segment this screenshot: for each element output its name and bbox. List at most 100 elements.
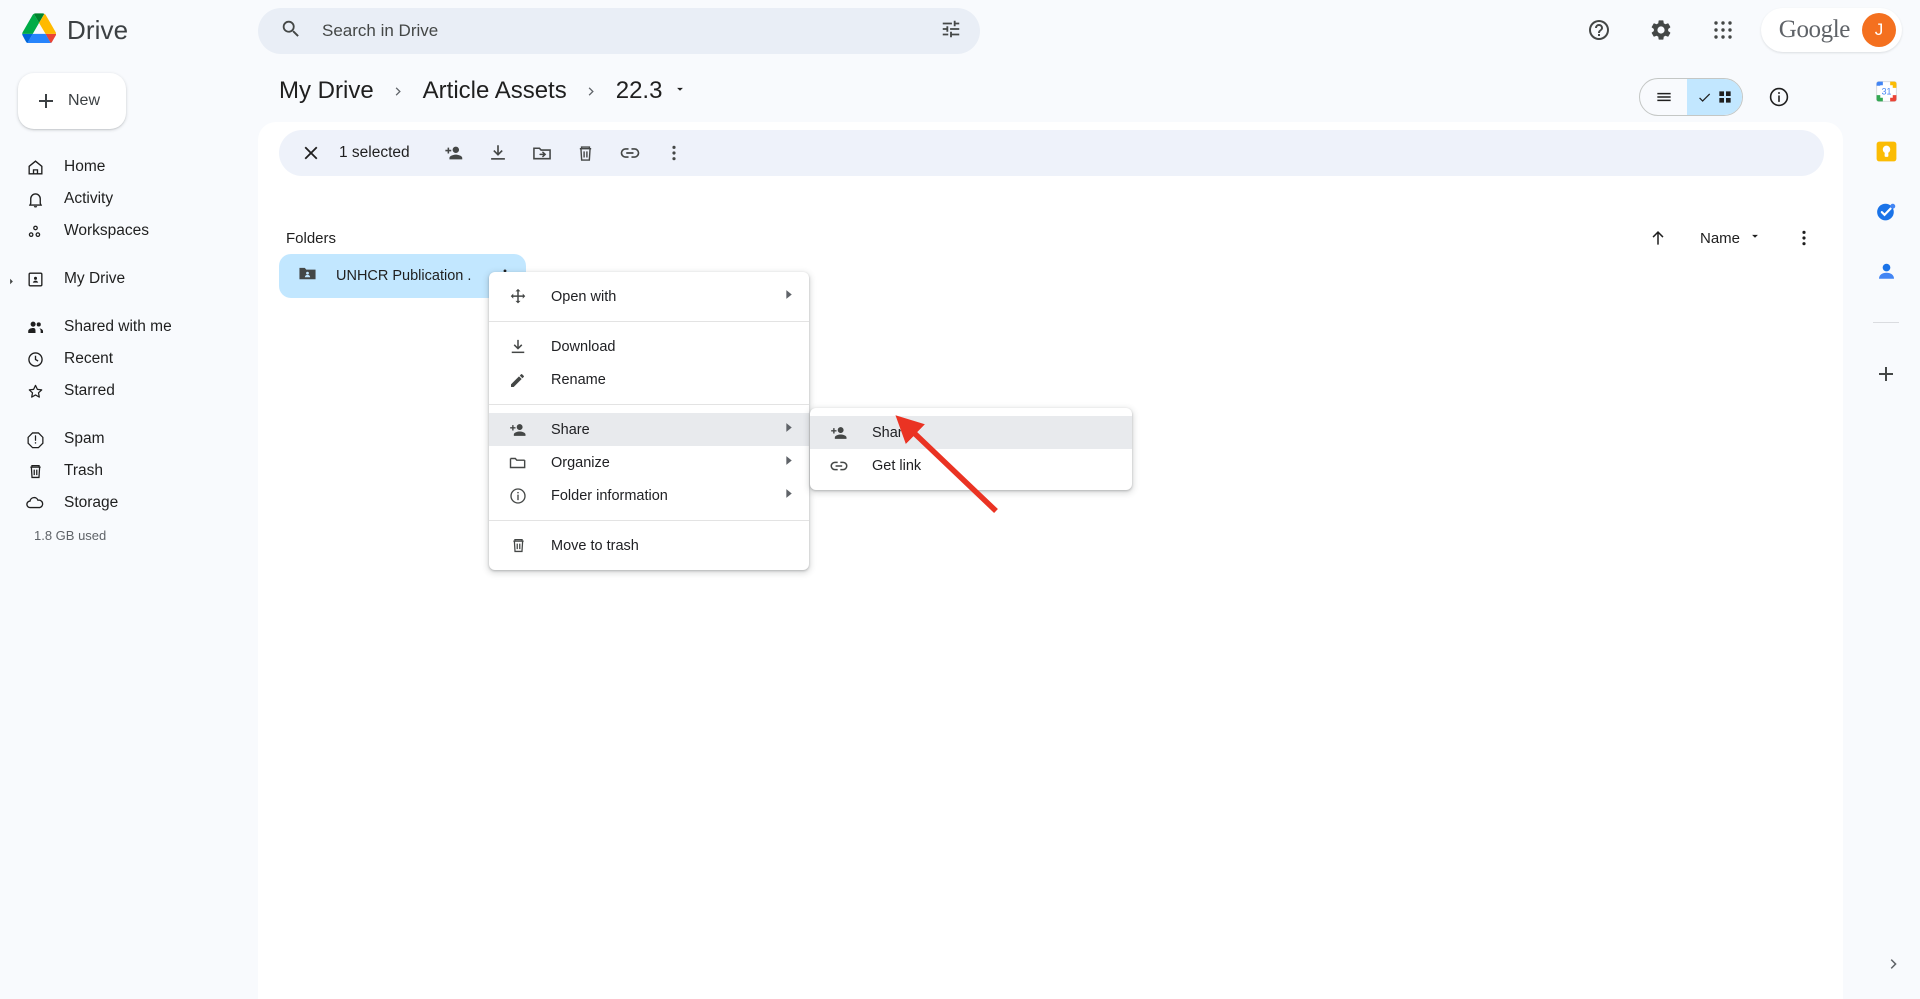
sort-by-name-button[interactable]: Name bbox=[1696, 223, 1766, 254]
drive-brand[interactable]: Drive bbox=[22, 12, 222, 48]
sidebar-label: Activity bbox=[64, 190, 114, 207]
search-bar[interactable] bbox=[258, 8, 980, 54]
list-view-icon[interactable] bbox=[1640, 79, 1687, 115]
workspaces-icon bbox=[24, 222, 46, 241]
move-button[interactable] bbox=[520, 131, 564, 175]
rail-divider bbox=[1873, 322, 1899, 323]
download-button[interactable] bbox=[476, 131, 520, 175]
top-bar: Drive Google bbox=[0, 0, 1920, 60]
sidebar-item-my-drive[interactable]: My Drive bbox=[0, 263, 244, 295]
context-menu-item-folder-information[interactable]: Folder information bbox=[489, 479, 809, 512]
tune-icon[interactable] bbox=[940, 18, 962, 45]
submenu-label: Share bbox=[872, 424, 911, 441]
drive-brand-label: Drive bbox=[67, 14, 129, 45]
context-menu-label: Download bbox=[551, 338, 616, 355]
help-icon[interactable] bbox=[1579, 10, 1619, 50]
calendar-icon[interactable]: 31 bbox=[1873, 78, 1899, 104]
contacts-icon[interactable] bbox=[1873, 258, 1899, 284]
gear-icon[interactable] bbox=[1641, 10, 1681, 50]
menu-divider bbox=[489, 321, 809, 322]
search-input[interactable] bbox=[322, 21, 940, 41]
download-icon bbox=[507, 337, 529, 357]
new-button-label: New bbox=[68, 92, 101, 109]
get-link-button[interactable] bbox=[608, 131, 652, 175]
home-icon bbox=[24, 158, 46, 177]
left-sidebar: New Home Activity Workspaces My Drive Sh… bbox=[0, 60, 258, 999]
close-icon[interactable] bbox=[289, 131, 333, 175]
context-menu-item-move-to-trash[interactable]: Move to trash bbox=[489, 529, 809, 562]
people-icon bbox=[24, 318, 46, 337]
search-icon bbox=[280, 18, 302, 45]
info-circle-icon[interactable] bbox=[1759, 77, 1799, 117]
spam-icon bbox=[24, 430, 46, 449]
submenu-item-share[interactable]: Share bbox=[810, 416, 1132, 449]
apps-grid-icon[interactable] bbox=[1703, 10, 1743, 50]
sidebar-item-activity[interactable]: Activity bbox=[0, 183, 244, 215]
sidebar-nav: Home Activity Workspaces My Drive Shared… bbox=[0, 151, 258, 543]
context-menu-label: Organize bbox=[551, 454, 610, 471]
context-menu-item-open-with[interactable]: Open with bbox=[489, 280, 809, 313]
chevron-right-icon[interactable] bbox=[6, 274, 17, 292]
avatar[interactable]: J bbox=[1862, 13, 1896, 47]
breadcrumb-item-my-drive[interactable]: My Drive bbox=[279, 77, 374, 105]
sidebar-item-recent[interactable]: Recent bbox=[0, 343, 244, 375]
pencil-icon bbox=[507, 370, 529, 390]
context-menu-label: Open with bbox=[551, 288, 617, 305]
sidebar-label: Spam bbox=[64, 430, 105, 447]
sidebar-label: Recent bbox=[64, 350, 114, 367]
context-menu-item-organize[interactable]: Organize bbox=[489, 446, 809, 479]
plus-icon[interactable] bbox=[1873, 361, 1899, 387]
caret-down-icon bbox=[1748, 229, 1762, 248]
caret-down-icon[interactable] bbox=[673, 82, 687, 101]
section-more-button[interactable] bbox=[1784, 218, 1824, 258]
sidebar-item-spam[interactable]: Spam bbox=[0, 423, 244, 455]
submenu-item-get-link[interactable]: Get link bbox=[810, 449, 1132, 482]
arrow-up-icon[interactable] bbox=[1638, 218, 1678, 258]
check-icon bbox=[1698, 93, 1710, 102]
submenu-arrow-icon bbox=[782, 288, 795, 306]
folder-name: UNHCR Publication ... bbox=[336, 268, 472, 284]
submenu-arrow-icon bbox=[782, 454, 795, 472]
person-add-icon bbox=[507, 420, 529, 440]
trash-button[interactable] bbox=[564, 131, 608, 175]
context-menu-item-download[interactable]: Download bbox=[489, 330, 809, 363]
context-menu-item-share[interactable]: Share bbox=[489, 413, 809, 446]
google-drive-window: Drive Google bbox=[0, 0, 1920, 999]
breadcrumb-item-article-assets[interactable]: Article Assets bbox=[423, 77, 567, 105]
account-button[interactable]: Google J bbox=[1760, 8, 1902, 52]
share-submenu: Share Get link bbox=[810, 408, 1132, 490]
submenu-arrow-icon bbox=[782, 487, 795, 505]
share-button[interactable] bbox=[432, 131, 476, 175]
keep-icon[interactable] bbox=[1873, 138, 1899, 164]
sidebar-item-shared-with-me[interactable]: Shared with me bbox=[0, 311, 244, 343]
sidebar-item-workspaces[interactable]: Workspaces bbox=[0, 215, 244, 247]
trash-icon bbox=[507, 536, 529, 555]
menu-divider bbox=[489, 520, 809, 521]
sort-label: Name bbox=[1699, 229, 1740, 247]
star-icon bbox=[24, 382, 46, 401]
sidebar-label: Starred bbox=[64, 382, 115, 399]
tasks-icon[interactable] bbox=[1873, 198, 1899, 224]
sidebar-item-home[interactable]: Home bbox=[0, 151, 244, 183]
grid-view-icon[interactable] bbox=[1687, 79, 1742, 115]
sidebar-item-trash[interactable]: Trash bbox=[0, 455, 244, 487]
view-controls bbox=[1639, 77, 1799, 117]
view-toggle[interactable] bbox=[1639, 78, 1743, 116]
open-with-icon bbox=[507, 287, 529, 307]
sidebar-item-storage[interactable]: Storage bbox=[0, 487, 244, 519]
top-actions: Google J bbox=[1579, 0, 1902, 60]
sidebar-label: Shared with me bbox=[64, 318, 172, 335]
section-header: Folders Name bbox=[279, 218, 1824, 258]
chevron-right-icon[interactable] bbox=[1884, 954, 1904, 979]
context-menu-item-rename[interactable]: Rename bbox=[489, 363, 809, 396]
sidebar-label: Home bbox=[64, 158, 106, 175]
more-actions-button[interactable] bbox=[652, 131, 696, 175]
selection-count-label: 1 selected bbox=[339, 144, 410, 161]
folder-context-menu: Open with Download Rename Share Organize… bbox=[489, 272, 809, 570]
new-button[interactable]: New bbox=[18, 73, 126, 129]
breadcrumb-item-current[interactable]: 22.3 bbox=[616, 77, 663, 105]
sidebar-item-starred[interactable]: Starred bbox=[0, 375, 244, 407]
breadcrumb: My Drive Article Assets 22.3 bbox=[258, 60, 1852, 122]
